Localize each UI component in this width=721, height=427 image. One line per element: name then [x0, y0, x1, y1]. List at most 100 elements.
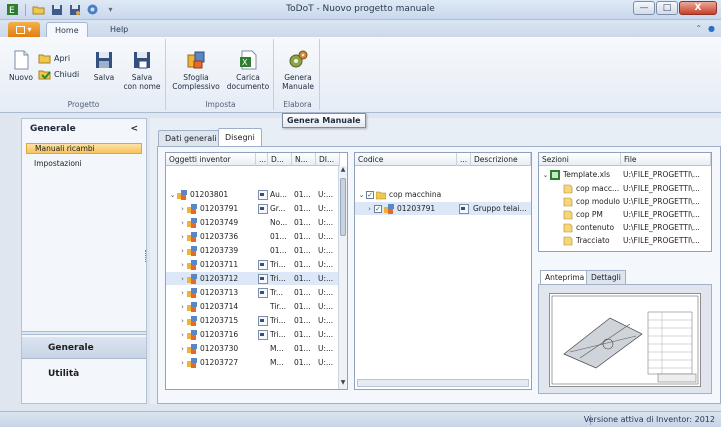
table-row[interactable]: Tracciato U:\FILE_PROGETTI\...: [539, 234, 711, 247]
row-di: U:...: [318, 302, 334, 311]
scrollbar-thumb[interactable]: [340, 178, 346, 236]
table-row[interactable]: › 01203716 Tri... 01... U:...: [166, 328, 340, 341]
table-row[interactable]: › 01203727 M... 01... U:...: [166, 356, 340, 369]
expand-chevron-icon[interactable]: ›: [178, 331, 187, 339]
table-row[interactable]: › 01203712 Tri... 01... U:...: [166, 272, 340, 285]
column-header-sezioni[interactable]: Sezioni: [539, 153, 621, 166]
nav-item-impostazioni[interactable]: Impostazioni: [26, 158, 142, 169]
table-row[interactable]: › 01203711 Tri... 01... U:...: [166, 258, 340, 271]
column-header-file[interactable]: File: [621, 153, 711, 166]
expand-chevron-icon[interactable]: ›: [178, 219, 187, 227]
salva-button[interactable]: Salva: [92, 49, 116, 82]
grid-resize-grip[interactable]: [623, 251, 635, 252]
minimize-button[interactable]: —: [633, 1, 655, 15]
expand-chevron-icon[interactable]: ›: [178, 317, 187, 325]
table-row[interactable]: cop macc... U:\FILE_PROGETTI\...: [539, 182, 711, 195]
sheet-icon: [563, 210, 573, 219]
table-row[interactable]: cop modulo U:\FILE_PROGETTI\...: [539, 195, 711, 208]
nav-item-manuali-ricambi[interactable]: Manuali ricambi: [26, 143, 142, 154]
column-header-oggetti[interactable]: Oggetti inventor: [166, 153, 256, 166]
expand-chevron-icon[interactable]: ›: [178, 247, 187, 255]
drawing-thumbnail-icon: [258, 273, 268, 284]
scroll-down-arrow-icon[interactable]: ▼: [339, 379, 347, 387]
chiudi-button[interactable]: Chiudi: [38, 69, 79, 80]
tab-anteprima[interactable]: Anteprima: [540, 270, 590, 284]
expand-chevron-icon[interactable]: ›: [178, 275, 187, 283]
table-row[interactable]: cop PM U:\FILE_PROGETTI\...: [539, 208, 711, 221]
expand-chevron-icon[interactable]: ›: [178, 359, 187, 367]
nav-section-generale[interactable]: Generale: [22, 337, 146, 359]
table-row[interactable]: › 01203736 01... 01... U:...: [166, 230, 340, 243]
column-header-codice[interactable]: Codice: [355, 153, 457, 166]
tab-dettagli[interactable]: Dettagli: [586, 270, 626, 284]
table-row[interactable]: › 01203739 01... 01... U:...: [166, 244, 340, 257]
collapse-chevron-icon[interactable]: ⌄: [357, 191, 366, 199]
row-checkbox[interactable]: ✓: [366, 190, 374, 199]
carica-documento-button[interactable]: X Carica documento: [224, 49, 272, 91]
section-name: cop PM: [576, 210, 603, 219]
expand-chevron-icon[interactable]: ›: [178, 261, 187, 269]
application-menu-button[interactable]: ▾: [8, 22, 40, 37]
nav-splitter[interactable]: [22, 331, 146, 335]
tab-home[interactable]: Home: [46, 22, 88, 37]
apri-label: Apri: [54, 54, 71, 63]
close-button[interactable]: X: [679, 1, 717, 15]
tab-help[interactable]: Help: [102, 22, 136, 37]
nav-section-utilita[interactable]: Utilità: [22, 363, 146, 385]
column-header-d[interactable]: D...: [268, 153, 292, 166]
table-row[interactable]: › 01203713 Tr... 01... U:...: [166, 286, 340, 299]
maximize-button[interactable]: □: [656, 1, 678, 15]
table-row[interactable]: contenuto U:\FILE_PROGETTI\...: [539, 221, 711, 234]
help-icon[interactable]: ●: [708, 24, 715, 33]
table-row[interactable]: › 01203714 Tir... 01... U:...: [166, 300, 340, 313]
row-code: 01203730: [200, 344, 239, 353]
column-header-more[interactable]: ...: [457, 153, 471, 166]
ribbon-minimize-icon[interactable]: ⌃: [695, 24, 702, 33]
table-row-root[interactable]: ⌄ 01203801 Au... 01... U:...: [166, 188, 340, 201]
inventor-grid-scrollbar[interactable]: ▲ ▼: [338, 166, 347, 389]
codice-grid-hscrollbar[interactable]: [357, 379, 529, 387]
assembly-icon: [187, 259, 197, 270]
nuovo-button[interactable]: Nuovo: [8, 49, 34, 82]
salva-con-nome-button[interactable]: Salva con nome: [122, 49, 162, 91]
expand-chevron-icon[interactable]: ›: [178, 289, 187, 297]
drawing-thumbnail-icon: [258, 189, 268, 200]
expand-chevron-icon[interactable]: ›: [178, 345, 187, 353]
expand-chevron-icon[interactable]: ›: [178, 233, 187, 241]
column-header-descrizione[interactable]: Descrizione: [471, 153, 531, 166]
collapse-chevron-icon[interactable]: ⌄: [541, 171, 550, 179]
inventor-version-status: Versione attiva di Inventor: 2012: [583, 415, 715, 424]
folder-icon: [376, 191, 386, 199]
expand-chevron-icon[interactable]: ›: [365, 205, 374, 213]
section-name: cop macc...: [576, 184, 620, 193]
row-checkbox[interactable]: ✓: [374, 204, 382, 213]
table-row[interactable]: › ✓ 01203791 Gruppo telai...: [355, 202, 531, 215]
column-header-more[interactable]: ...: [256, 153, 268, 166]
collapse-chevron-icon[interactable]: ⌄: [168, 191, 177, 199]
tab-dati-generali[interactable]: Dati generali: [158, 130, 224, 146]
table-row[interactable]: › 01203715 Tri... 01... U:...: [166, 314, 340, 327]
column-header-n[interactable]: N...: [292, 153, 316, 166]
table-row[interactable]: › 01203749 No... 01... U:...: [166, 216, 340, 229]
column-header-di[interactable]: DI...: [316, 153, 340, 166]
table-row[interactable]: ⌄ ✓ cop macchina: [355, 188, 531, 201]
panel-resize-grip[interactable]: [145, 250, 148, 262]
table-row[interactable]: › 01203730 M... 01... U:...: [166, 342, 340, 355]
table-row[interactable]: › 01203791 Gr... 01... U:...: [166, 202, 340, 215]
genera-manuale-button[interactable]: Genera Manuale: [280, 49, 316, 91]
drawing-thumbnail-icon: [258, 203, 268, 214]
apri-button[interactable]: Apri: [38, 53, 70, 64]
genera-manuale-tooltip: Genera Manuale: [282, 113, 366, 128]
row-code: 01203801: [190, 190, 229, 199]
sfoglia-complessivo-button[interactable]: Sfoglia Complessivo: [170, 49, 222, 91]
expand-chevron-icon[interactable]: ›: [178, 303, 187, 311]
expand-chevron-icon[interactable]: ›: [178, 205, 187, 213]
tab-disegni[interactable]: Disegni: [218, 128, 262, 146]
table-row-root[interactable]: ⌄ Template.xls U:\FILE_PROGETTI\...: [539, 168, 711, 181]
scroll-up-arrow-icon[interactable]: ▲: [339, 166, 347, 174]
drawing-preview: [549, 293, 701, 387]
collapse-panel-button[interactable]: <: [130, 124, 138, 134]
row-d: Tr...: [270, 288, 284, 297]
ribbon-right-controls: ⌃ ●: [695, 24, 715, 33]
row-d: Tri...: [270, 274, 286, 283]
